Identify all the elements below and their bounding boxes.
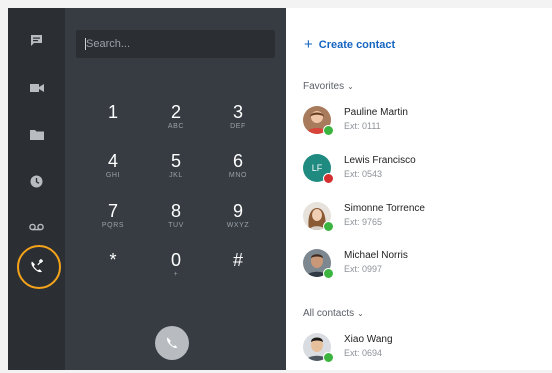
dialpad-call-icon[interactable] — [8, 253, 65, 281]
favorites-header[interactable]: Favorites ⌄ — [303, 81, 354, 92]
key-digit: 3 — [232, 102, 243, 122]
dialpad-key-3[interactable]: 3 DEF — [213, 102, 263, 132]
key-letters: TUV — [168, 222, 184, 229]
contact-name: Xiao Wang — [344, 334, 393, 345]
contact-extension: Ext: 9765 — [344, 217, 383, 227]
key-letters: WXYZ — [226, 222, 250, 229]
key-letters: GHI — [105, 172, 121, 179]
dialpad-key-6[interactable]: 6 MNO — [213, 151, 263, 181]
dialpad-key-7[interactable]: 7 PQRS — [88, 201, 138, 231]
contact-extension: Ext: 0111 — [344, 121, 381, 131]
contact-item[interactable]: Xiao Wang Ext: 0694 — [303, 333, 543, 367]
folder-icon[interactable] — [8, 120, 65, 148]
all-contacts-header[interactable]: All contacts ⌄ — [303, 308, 364, 319]
key-digit: 0 — [170, 250, 181, 270]
contact-name: Pauline Martin — [344, 107, 408, 118]
chat-icon[interactable] — [8, 26, 65, 54]
key-digit: 7 — [107, 201, 118, 221]
dialpad-key-2[interactable]: 2 ABC — [151, 102, 201, 132]
chevron-down-icon: ⌄ — [357, 309, 364, 318]
key-letters — [213, 270, 263, 280]
contact-extension: Ext: 0997 — [344, 264, 383, 274]
key-digit: # — [232, 250, 243, 270]
contact-name: Lewis Francisco — [344, 155, 416, 166]
call-button[interactable] — [155, 326, 189, 360]
key-letters: + — [173, 271, 179, 278]
search-input[interactable]: Search... — [76, 30, 275, 58]
dialpad-key-star[interactable]: * — [88, 250, 138, 280]
chevron-down-icon: ⌄ — [347, 82, 354, 91]
key-letters: DEF — [230, 123, 246, 130]
dialpad-key-1[interactable]: 1 — [88, 102, 138, 132]
contact-name: Simonne Torrence — [344, 203, 425, 214]
dialpad-key-0[interactable]: 0 + — [151, 250, 201, 280]
status-badge — [323, 352, 334, 363]
key-letters: MNO — [228, 172, 248, 179]
voicemail-icon[interactable] — [8, 213, 65, 241]
key-digit: 6 — [232, 151, 243, 171]
history-icon[interactable] — [8, 167, 65, 195]
key-letters — [88, 122, 138, 132]
key-digit: 9 — [232, 201, 243, 221]
phone-icon — [166, 337, 178, 349]
search-placeholder: Search... — [86, 38, 131, 50]
app-window: Search... 1 2 ABC 3 DEF 4 GHI 5 JKL 6 MN… — [8, 8, 552, 370]
create-contact-link[interactable]: + Create contact — [304, 36, 396, 53]
key-letters: PQRS — [101, 222, 125, 229]
status-badge — [323, 221, 334, 232]
key-digit: 4 — [107, 151, 118, 171]
contact-extension: Ext: 0694 — [344, 348, 383, 358]
video-icon[interactable] — [8, 74, 65, 102]
contact-name: Michael Norris — [344, 250, 408, 261]
dialer-panel: Search... 1 2 ABC 3 DEF 4 GHI 5 JKL 6 MN… — [65, 8, 286, 370]
dialpad-key-8[interactable]: 8 TUV — [151, 201, 201, 231]
plus-icon: + — [304, 36, 313, 53]
key-digit: 5 — [170, 151, 181, 171]
key-letters — [88, 270, 138, 280]
contact-item[interactable]: Pauline Martin Ext: 0111 — [303, 106, 543, 140]
status-badge — [323, 268, 334, 279]
create-contact-label: Create contact — [318, 39, 396, 51]
dialpad-key-4[interactable]: 4 GHI — [88, 151, 138, 181]
contact-extension: Ext: 0543 — [344, 169, 383, 179]
nav-sidebar — [8, 8, 65, 370]
key-digit: 2 — [170, 102, 181, 122]
key-digit: 1 — [107, 102, 118, 122]
contact-item[interactable]: Michael Norris Ext: 0997 — [303, 249, 543, 283]
favorites-label: Favorites — [303, 81, 345, 92]
key-digit: * — [109, 250, 117, 270]
status-badge — [323, 125, 334, 136]
key-digit: 8 — [170, 201, 181, 221]
key-letters: ABC — [167, 123, 185, 130]
key-letters: JKL — [169, 172, 183, 179]
dialpad-key-5[interactable]: 5 JKL — [151, 151, 201, 181]
dialpad-key-9[interactable]: 9 WXYZ — [213, 201, 263, 231]
contact-item[interactable]: Simonne Torrence Ext: 9765 — [303, 202, 543, 236]
contacts-panel: + Create contact Favorites ⌄ Pauline Mart… — [286, 8, 552, 370]
status-badge — [323, 173, 334, 184]
dialpad-key-hash[interactable]: # — [213, 250, 263, 280]
contact-item[interactable]: LF Lewis Francisco Ext: 0543 — [303, 154, 543, 188]
text-cursor — [85, 38, 86, 50]
all-contacts-label: All contacts — [303, 308, 355, 319]
